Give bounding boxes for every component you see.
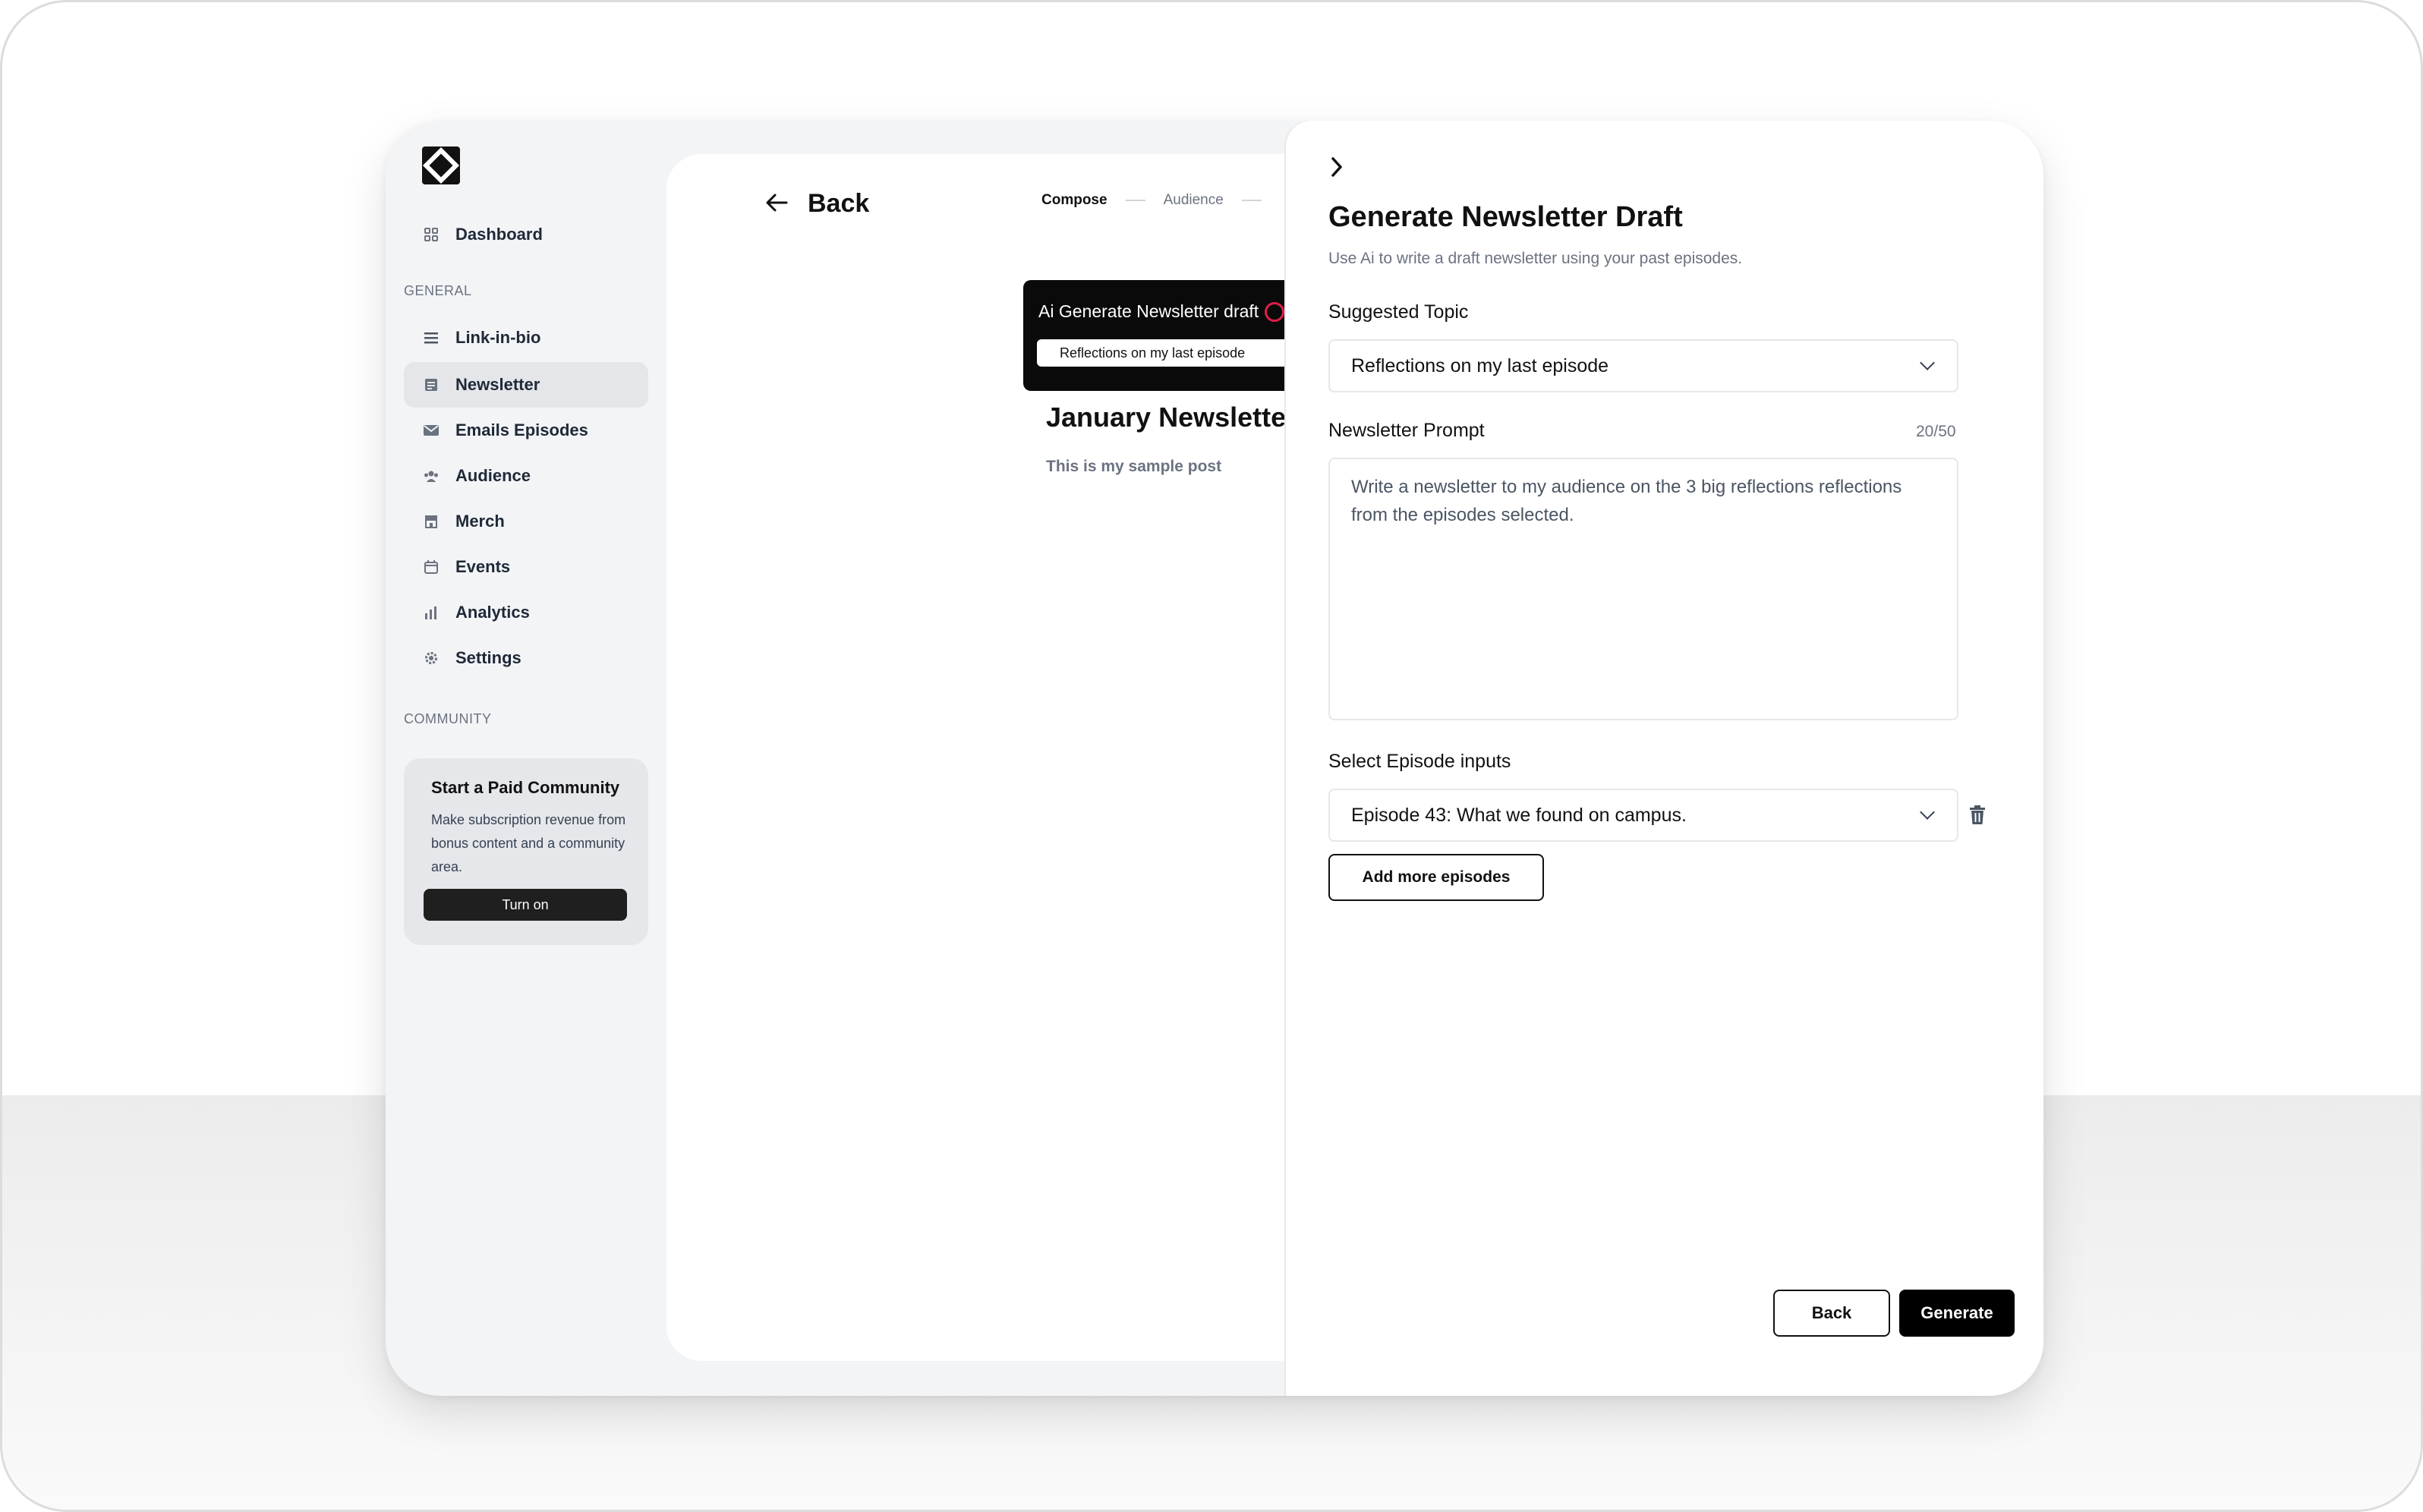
calendar-icon bbox=[424, 559, 439, 575]
generate-button[interactable]: Generate bbox=[1899, 1290, 2015, 1337]
sidebar-item-dashboard[interactable]: Dashboard bbox=[404, 212, 648, 257]
generate-drawer: Generate Newsletter Draft Use Ai to writ… bbox=[1286, 121, 2043, 1396]
trash-icon[interactable] bbox=[1969, 805, 1987, 827]
stepper: Compose Audience bbox=[1041, 192, 1262, 209]
brand-logo[interactable] bbox=[422, 146, 460, 184]
app-window: Dashboard GENERAL Link-in-bio Newsletter… bbox=[386, 121, 2043, 1396]
episode-select[interactable]: Episode 43: What we found on campus. bbox=[1328, 789, 1958, 842]
step-audience[interactable]: Audience bbox=[1164, 192, 1224, 209]
general-heading: GENERAL bbox=[404, 283, 472, 298]
sidebar-item-label: Settings bbox=[455, 648, 521, 667]
sidebar-item-label: Events bbox=[455, 557, 511, 576]
community-card-description: Make subscription revenue from bonus con… bbox=[431, 812, 626, 874]
gear-icon bbox=[424, 650, 439, 666]
newsletter-title[interactable]: January Newsletter bbox=[1046, 402, 1297, 433]
sidebar-item-label: Dashboard bbox=[455, 225, 543, 244]
chevron-down-icon bbox=[1920, 355, 1935, 370]
suggested-topic-value: Reflections on my last episode bbox=[1351, 354, 1609, 376]
add-more-episodes-button[interactable]: Add more episodes bbox=[1328, 854, 1544, 901]
turn-on-button[interactable]: Turn on bbox=[424, 889, 627, 921]
sidebar-item-events[interactable]: Events bbox=[404, 544, 648, 590]
mail-icon bbox=[424, 423, 439, 438]
sidebar-item-label: Audience bbox=[455, 466, 531, 485]
bar-chart-icon bbox=[424, 605, 439, 620]
chevron-right-icon[interactable] bbox=[1328, 156, 1345, 185]
sparkle-icon bbox=[1265, 301, 1285, 322]
episode-inputs-label: Select Episode inputs bbox=[1328, 751, 1511, 772]
newsletter-body[interactable]: This is my sample post bbox=[1046, 458, 1221, 476]
sidebar-item-link-in-bio[interactable]: Link-in-bio bbox=[404, 315, 648, 361]
community-heading: COMMUNITY bbox=[404, 711, 492, 726]
sidebar-item-audience[interactable]: Audience bbox=[404, 453, 648, 499]
community-card: Start a Paid Community Make subscription… bbox=[404, 758, 648, 945]
sidebar-item-label: Merch bbox=[455, 512, 505, 531]
community-card-title: Start a Paid Community bbox=[431, 778, 620, 797]
back-label: Back bbox=[808, 188, 870, 218]
sidebar-item-label: Emails Episodes bbox=[455, 421, 588, 439]
episode-value: Episode 43: What we found on campus. bbox=[1351, 804, 1687, 826]
sidebar-item-emails-episodes[interactable]: Emails Episodes bbox=[404, 408, 648, 453]
suggested-topic-label: Suggested Topic bbox=[1328, 301, 1469, 323]
list-icon bbox=[424, 330, 439, 345]
newspaper-icon bbox=[424, 377, 439, 392]
store-icon bbox=[424, 514, 439, 529]
sidebar-item-analytics[interactable]: Analytics bbox=[404, 590, 648, 635]
sidebar-item-label: Link-in-bio bbox=[455, 328, 541, 347]
sidebar-item-label: Analytics bbox=[455, 603, 530, 622]
ai-banner-title-text: Ai Generate Newsletter draft bbox=[1038, 301, 1259, 321]
sidebar-item-merch[interactable]: Merch bbox=[404, 499, 648, 544]
sidebar-item-settings[interactable]: Settings bbox=[404, 635, 648, 681]
step-divider bbox=[1241, 200, 1262, 201]
drawer-title: Generate Newsletter Draft bbox=[1328, 201, 1683, 233]
device-frame: Dashboard GENERAL Link-in-bio Newsletter… bbox=[0, 0, 2423, 1512]
sidebar-item-newsletter[interactable]: Newsletter bbox=[404, 362, 648, 408]
prompt-textarea[interactable]: Write a newsletter to my audience on the… bbox=[1328, 458, 1958, 720]
users-icon bbox=[424, 468, 439, 484]
drawer-subtitle: Use Ai to write a draft newsletter using… bbox=[1328, 250, 1743, 267]
grid-icon bbox=[424, 227, 439, 242]
back-link[interactable]: Back bbox=[765, 187, 869, 219]
prompt-counter: 20/50 bbox=[1916, 423, 1956, 440]
drawer-back-button[interactable]: Back bbox=[1773, 1290, 1890, 1337]
prompt-label: Newsletter Prompt bbox=[1328, 420, 1485, 441]
chevron-down-icon bbox=[1920, 805, 1935, 820]
compose-panel: Back Compose Audience Ai Generate Newsle… bbox=[666, 154, 1350, 1361]
suggested-topic-select[interactable]: Reflections on my last episode bbox=[1328, 339, 1958, 392]
step-compose[interactable]: Compose bbox=[1041, 192, 1108, 209]
step-divider bbox=[1125, 200, 1145, 201]
arrow-left-icon bbox=[765, 187, 788, 219]
sidebar-item-label: Newsletter bbox=[455, 375, 540, 394]
